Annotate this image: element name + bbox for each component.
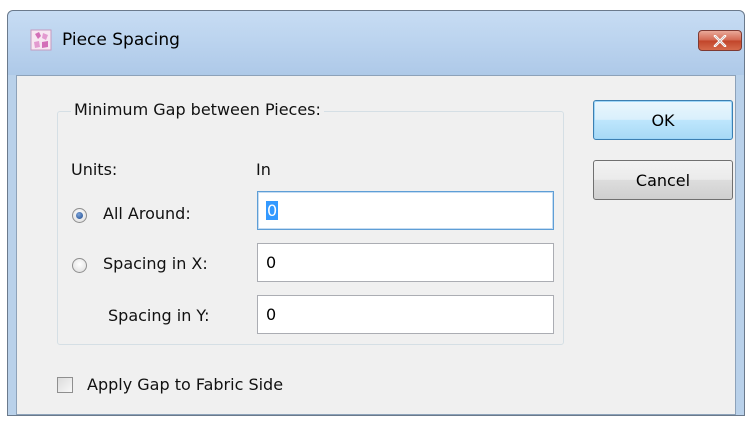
all-around-label[interactable]: All Around: xyxy=(103,204,191,223)
close-icon xyxy=(713,34,727,47)
minimum-gap-group: Minimum Gap between Pieces: Units: In Al… xyxy=(57,100,564,345)
all-around-radio[interactable] xyxy=(72,208,87,223)
apply-gap-checkbox[interactable] xyxy=(57,377,73,393)
units-value: In xyxy=(256,160,271,179)
dialog-body: Minimum Gap between Pieces: Units: In Al… xyxy=(16,75,736,415)
apply-gap-label[interactable]: Apply Gap to Fabric Side xyxy=(87,375,283,394)
all-around-value: 0 xyxy=(266,201,279,220)
spacing-y-input[interactable]: 0 xyxy=(257,295,554,334)
close-button[interactable] xyxy=(698,30,742,51)
pattern-app-icon xyxy=(30,29,52,51)
spacing-y-value: 0 xyxy=(266,305,277,324)
spacing-y-label: Spacing in Y: xyxy=(108,306,210,325)
units-label: Units: xyxy=(71,160,118,179)
title-bar[interactable]: Piece Spacing xyxy=(8,11,744,75)
all-around-input[interactable]: 0 xyxy=(257,191,554,230)
spacing-x-input[interactable]: 0 xyxy=(257,243,554,282)
spacing-x-radio[interactable] xyxy=(72,258,87,273)
cancel-button[interactable]: Cancel xyxy=(593,160,733,200)
spacing-x-value: 0 xyxy=(266,253,277,272)
ok-button[interactable]: OK xyxy=(593,100,733,140)
group-title: Minimum Gap between Pieces: xyxy=(71,100,324,119)
window-title: Piece Spacing xyxy=(62,30,180,50)
piece-spacing-dialog: Piece Spacing Minimum Gap between Pieces… xyxy=(7,10,745,416)
spacing-x-label[interactable]: Spacing in X: xyxy=(103,254,208,273)
